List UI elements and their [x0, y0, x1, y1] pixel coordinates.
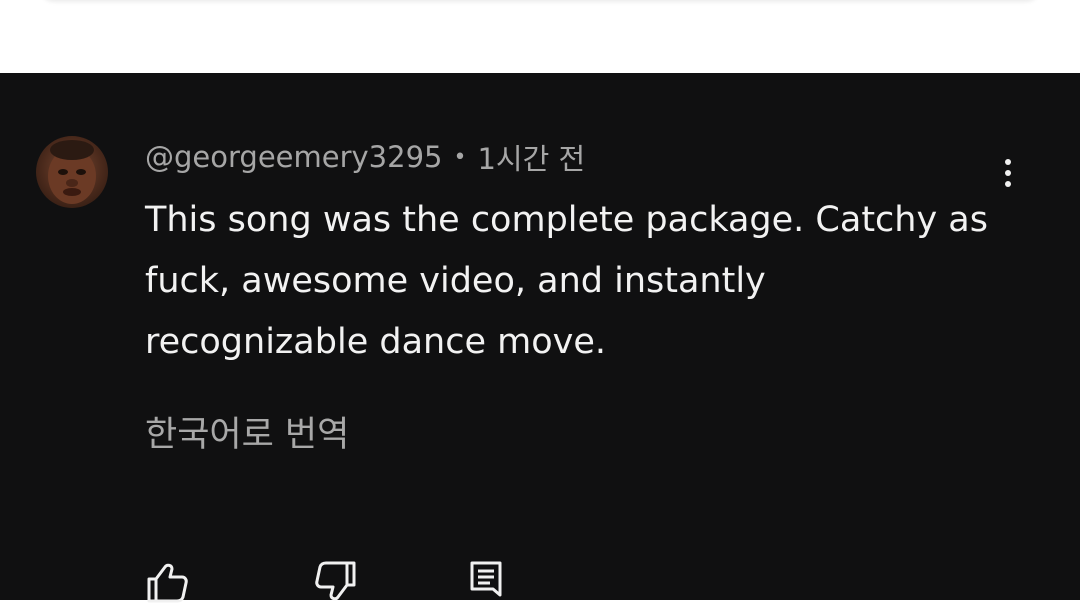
reply-comment-icon: [470, 561, 502, 597]
comment-body: This song was the complete package. Catc…: [145, 200, 988, 362]
translate-button[interactable]: 한국어로 번역: [145, 406, 349, 457]
dislike-button[interactable]: [313, 559, 359, 605]
comment-author[interactable]: @georgeemery3295: [145, 140, 442, 174]
comment-thread: @georgeemery3295 • 1시간 전 This song was t…: [0, 73, 1080, 603]
avatar-image: [48, 140, 96, 204]
avatar[interactable]: [36, 136, 108, 208]
more-options-button[interactable]: [990, 151, 1026, 195]
like-button[interactable]: [144, 559, 190, 605]
more-vertical-icon-dot: [1005, 181, 1011, 187]
thumbs-down-icon: [315, 561, 356, 601]
top-white-area: [0, 0, 1080, 73]
thumbs-up-icon: [147, 563, 188, 603]
more-vertical-icon-dot: [1005, 170, 1011, 176]
meta-separator: •: [453, 144, 467, 170]
reply-button[interactable]: [466, 559, 512, 605]
more-vertical-icon: [1005, 159, 1011, 165]
comment-timestamp[interactable]: 1시간 전: [477, 136, 585, 178]
comment-meta: @georgeemery3295 • 1시간 전: [145, 137, 585, 177]
